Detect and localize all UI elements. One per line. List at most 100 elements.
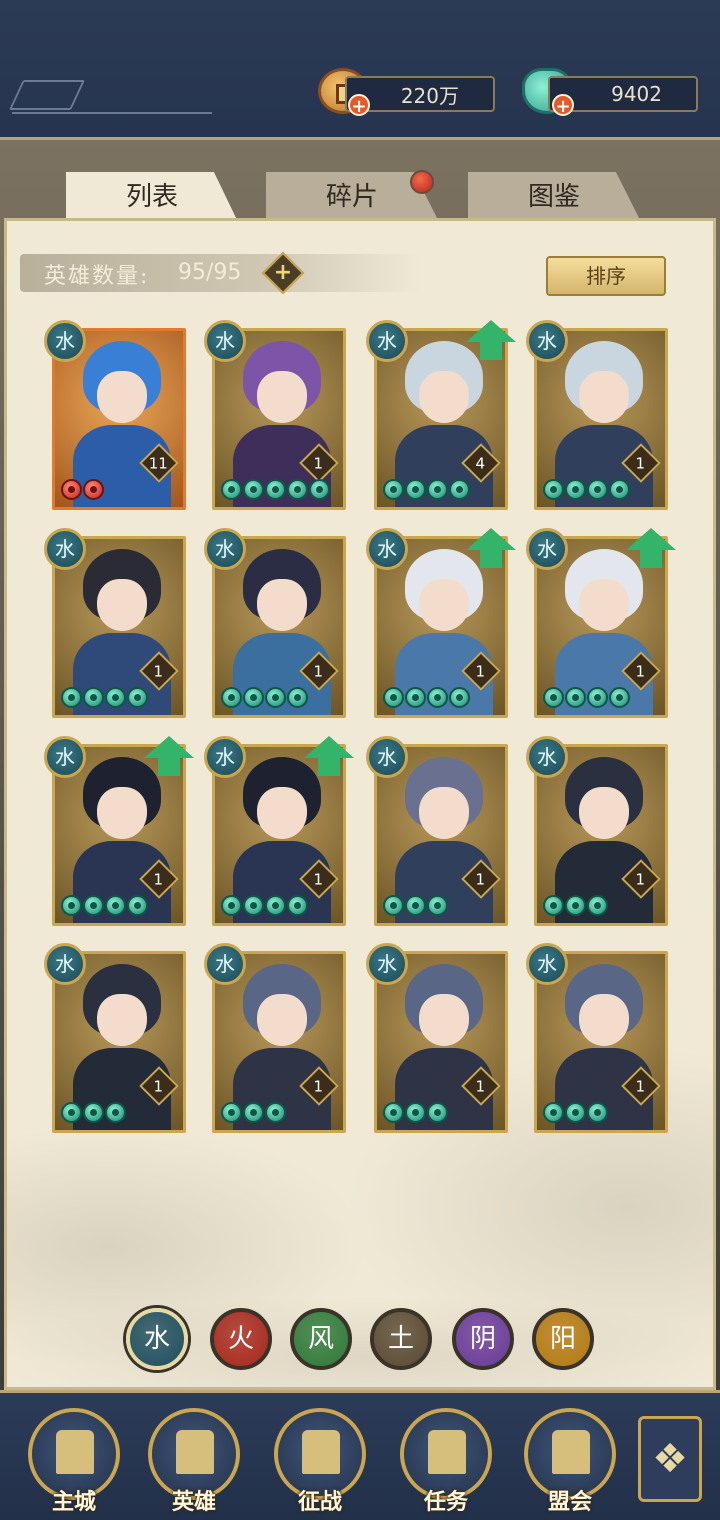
star-row (543, 479, 630, 501)
jade-star-icon (83, 687, 104, 708)
jade-star-icon (449, 687, 470, 708)
water-element-icon: 水 (366, 320, 408, 362)
hero-level: 1 (635, 454, 646, 473)
hero-level: 1 (153, 870, 164, 889)
hero-face (257, 994, 307, 1046)
jade-star-icon (61, 1102, 82, 1123)
hero-level: 1 (313, 662, 324, 681)
hero-face (257, 787, 307, 839)
tab-codex[interactable]: 图鉴 (468, 172, 640, 220)
nav-label: 任务 (423, 1490, 468, 1515)
sort-button[interactable]: 排序 (546, 256, 666, 296)
nav-hero-portrait[interactable]: 英雄 (144, 1408, 244, 1515)
upgrade-arrow-icon (144, 736, 194, 776)
filter-water-icon[interactable]: 水 (126, 1308, 188, 1370)
hero-level: 1 (475, 1077, 486, 1096)
filter-yin-icon[interactable]: 阴 (452, 1308, 514, 1370)
nav-label: 英雄 (171, 1490, 216, 1515)
star-row (221, 895, 308, 917)
hero-level: 4 (475, 454, 486, 473)
star-row (543, 895, 608, 917)
filter-earth-icon[interactable]: 土 (370, 1308, 432, 1370)
hero-face (579, 994, 629, 1046)
jade-amount: 9402 (611, 82, 662, 106)
four-petal-menu-icon[interactable]: ❖ (638, 1416, 702, 1502)
water-element-icon: 水 (204, 528, 246, 570)
water-element-icon: 水 (204, 943, 246, 985)
nav-battle-scroll[interactable]: 征战 (270, 1408, 370, 1515)
jade-star-icon (221, 479, 242, 500)
hero-level: 1 (475, 662, 486, 681)
jade-star-icon (221, 687, 242, 708)
jade-star-icon (83, 479, 104, 500)
nav-city-gate[interactable]: 主城 (24, 1408, 124, 1515)
upgrade-arrow-icon (626, 528, 676, 568)
star-row (61, 1102, 126, 1124)
water-element-icon: 水 (366, 528, 408, 570)
hero-level: 1 (313, 1077, 324, 1096)
notification-dot (410, 170, 434, 194)
jade-star-icon (565, 895, 586, 916)
jade-star-icon (543, 895, 564, 916)
water-element-icon: 水 (204, 736, 246, 778)
hero-face (97, 579, 147, 631)
jade-star-icon (61, 687, 82, 708)
water-element-icon: 水 (44, 528, 86, 570)
hero-face (419, 371, 469, 423)
jade-star-icon (221, 895, 242, 916)
star-row (383, 895, 448, 917)
nav-label: 主城 (51, 1490, 96, 1515)
jade-star-icon (127, 895, 148, 916)
water-element-icon: 水 (44, 943, 86, 985)
filter-fire-icon[interactable]: 火 (210, 1308, 272, 1370)
hero-face (97, 787, 147, 839)
hero-level: 1 (635, 870, 646, 889)
jade-star-icon (287, 895, 308, 916)
jade-star-icon (427, 1102, 448, 1123)
jade-star-icon (609, 687, 630, 708)
nav-quest-scroll[interactable]: 任务 (396, 1408, 496, 1515)
star-row (61, 687, 148, 709)
hero-face (419, 994, 469, 1046)
jade-star-icon (61, 895, 82, 916)
hero-level: 1 (313, 870, 324, 889)
upgrade-arrow-icon (466, 528, 516, 568)
jade-star-icon (287, 687, 308, 708)
plus-icon: + (273, 260, 293, 285)
hero-level: 1 (153, 1077, 164, 1096)
jade-star-icon (83, 1102, 104, 1123)
quest-scroll-icon (428, 1430, 466, 1474)
star-row (383, 479, 470, 501)
nav-label: 征战 (297, 1490, 342, 1515)
jade-star-icon (587, 895, 608, 916)
jade-star-icon (565, 1102, 586, 1123)
jade-star-icon (565, 687, 586, 708)
filter-yang-icon[interactable]: 阳 (532, 1308, 594, 1370)
jade-star-icon (405, 895, 426, 916)
hero-face (419, 787, 469, 839)
tab-list[interactable]: 列表 (66, 172, 238, 222)
nav-label: 盟会 (547, 1490, 592, 1515)
add-jade-button[interactable]: + (552, 94, 574, 117)
hero-face (97, 994, 147, 1046)
add-coins-button[interactable]: + (348, 94, 370, 117)
star-row (221, 1102, 286, 1124)
alliance-pavilion-icon (552, 1430, 590, 1474)
nav-alliance-pavilion[interactable]: 盟会 (520, 1408, 620, 1515)
jade-star-icon (287, 479, 308, 500)
jade-star-icon (449, 479, 470, 500)
star-row (383, 687, 470, 709)
hero-level: 1 (635, 662, 646, 681)
jade-star-icon (265, 687, 286, 708)
jade-star-icon (309, 479, 330, 500)
jade-star-icon (221, 1102, 242, 1123)
water-element-icon: 水 (526, 736, 568, 778)
hero-face (97, 371, 147, 423)
jade-star-icon (105, 687, 126, 708)
jade-star-icon (61, 479, 82, 500)
filter-wind-icon[interactable]: 风 (290, 1308, 352, 1370)
jade-star-icon (543, 479, 564, 500)
star-row (61, 895, 148, 917)
jade-star-icon (127, 687, 148, 708)
jade-star-icon (565, 479, 586, 500)
